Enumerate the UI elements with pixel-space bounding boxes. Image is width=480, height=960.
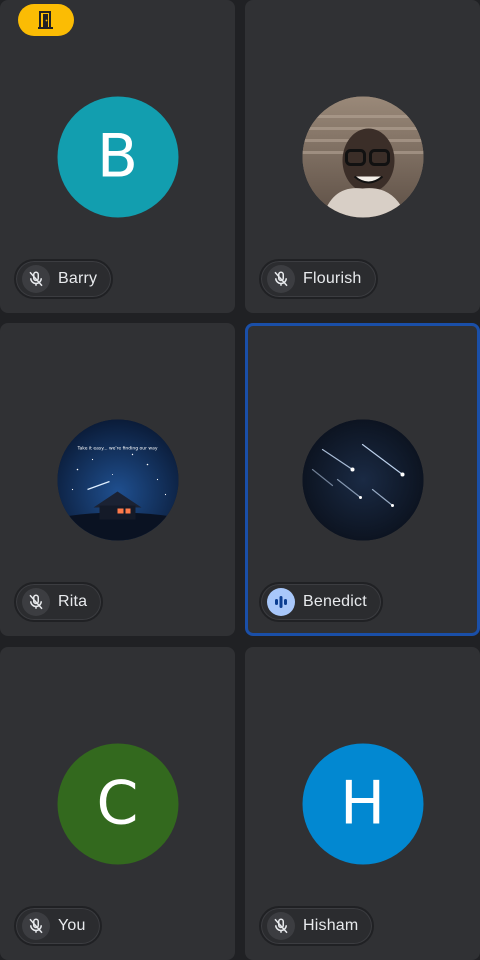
name-chip: Flourish bbox=[259, 259, 378, 299]
meteor-shower-photo-icon bbox=[302, 419, 423, 540]
mic-off-icon bbox=[267, 265, 295, 293]
avatar-photo bbox=[302, 96, 423, 217]
avatar: C bbox=[57, 743, 178, 864]
mic-off-icon bbox=[22, 588, 50, 616]
avatar-letter: H bbox=[339, 768, 386, 839]
participant-name: Benedict bbox=[303, 593, 367, 610]
name-chip: Barry bbox=[14, 259, 114, 299]
avatar: B bbox=[57, 96, 178, 217]
name-chip: You bbox=[14, 906, 102, 946]
avatar-photo bbox=[302, 419, 423, 540]
name-chip: Benedict bbox=[259, 582, 383, 622]
participant-name: You bbox=[58, 917, 86, 934]
avatar-caption: Take it easy... we're finding our way bbox=[76, 445, 157, 451]
name-chip: Rita bbox=[14, 582, 104, 622]
participant-tile-rita[interactable]: Take it easy... we're finding our way Ri… bbox=[0, 323, 235, 636]
avatar-letter: B bbox=[96, 121, 139, 192]
participant-tile-hisham[interactable]: H Hisham bbox=[245, 647, 480, 960]
participant-tile-benedict[interactable]: Benedict bbox=[245, 323, 480, 636]
door-exit-icon bbox=[38, 11, 53, 29]
participant-tile-you[interactable]: C You bbox=[0, 647, 235, 960]
participant-name: Hisham bbox=[303, 917, 359, 934]
avatar-photo: Take it easy... we're finding our way bbox=[57, 419, 178, 540]
participant-name: Barry bbox=[58, 270, 98, 287]
person-photo-icon bbox=[302, 96, 423, 217]
participant-name: Rita bbox=[58, 593, 88, 610]
participant-tile-flourish[interactable]: Flourish bbox=[245, 0, 480, 313]
participant-grid: B Barry Flourish Take it easy... we're f… bbox=[0, 0, 480, 960]
speaking-indicator-icon bbox=[267, 588, 295, 616]
mic-off-icon bbox=[22, 912, 50, 940]
mic-off-icon bbox=[22, 265, 50, 293]
participant-name: Flourish bbox=[303, 270, 362, 287]
mic-off-icon bbox=[267, 912, 295, 940]
night-cabin-photo-icon: Take it easy... we're finding our way bbox=[57, 419, 178, 540]
participant-tile-barry[interactable]: B Barry bbox=[0, 0, 235, 313]
avatar-letter: C bbox=[96, 768, 139, 839]
name-chip: Hisham bbox=[259, 906, 375, 946]
leave-badge[interactable] bbox=[18, 4, 74, 36]
avatar: H bbox=[302, 743, 423, 864]
